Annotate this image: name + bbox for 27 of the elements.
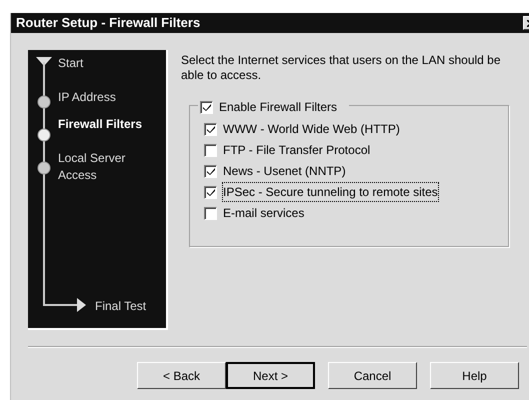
step-label: Firewall Filters <box>58 116 144 133</box>
service-checkbox[interactable]: E-mail services <box>204 206 508 220</box>
wizard-button[interactable]: Help <box>430 362 519 389</box>
checkbox[interactable] <box>204 186 217 198</box>
wizard-button[interactable]: Cancel <box>328 362 417 389</box>
check-icon <box>206 188 214 196</box>
checkbox[interactable] <box>204 206 217 220</box>
step-label: IP Address <box>58 89 117 106</box>
instruction-text: Select the Internet services that users on the LAN should be able to access. <box>181 52 502 83</box>
service-checkbox[interactable]: WWW - World Wide Web (HTTP) <box>204 122 508 136</box>
check-icon <box>206 168 214 174</box>
checkbox[interactable] <box>204 164 217 178</box>
service-checkbox[interactable]: IPSec - Secure tunneling to remote sites <box>204 185 508 199</box>
check-icon <box>206 126 214 132</box>
service-checkbox[interactable]: News - Usenet (NNTP) <box>204 164 508 178</box>
wizard-button[interactable]: < Back <box>137 362 226 389</box>
window-title: Router Setup - Firewall Filters <box>16 14 202 32</box>
wizard-button[interactable]: Next > <box>226 362 315 389</box>
enable-filters-checkbox[interactable]: Enable Firewall Filters <box>198 98 350 116</box>
checkbox[interactable] <box>204 144 217 156</box>
step-label: Local Server Access <box>58 150 126 184</box>
checkbox[interactable] <box>204 122 217 136</box>
step-label: Start <box>58 55 84 72</box>
check-icon <box>202 104 210 110</box>
service-checkbox[interactable]: FTP - File Transfer Protocol <box>204 143 508 157</box>
checkbox[interactable] <box>200 100 213 114</box>
step-label: Final Test <box>95 298 146 315</box>
